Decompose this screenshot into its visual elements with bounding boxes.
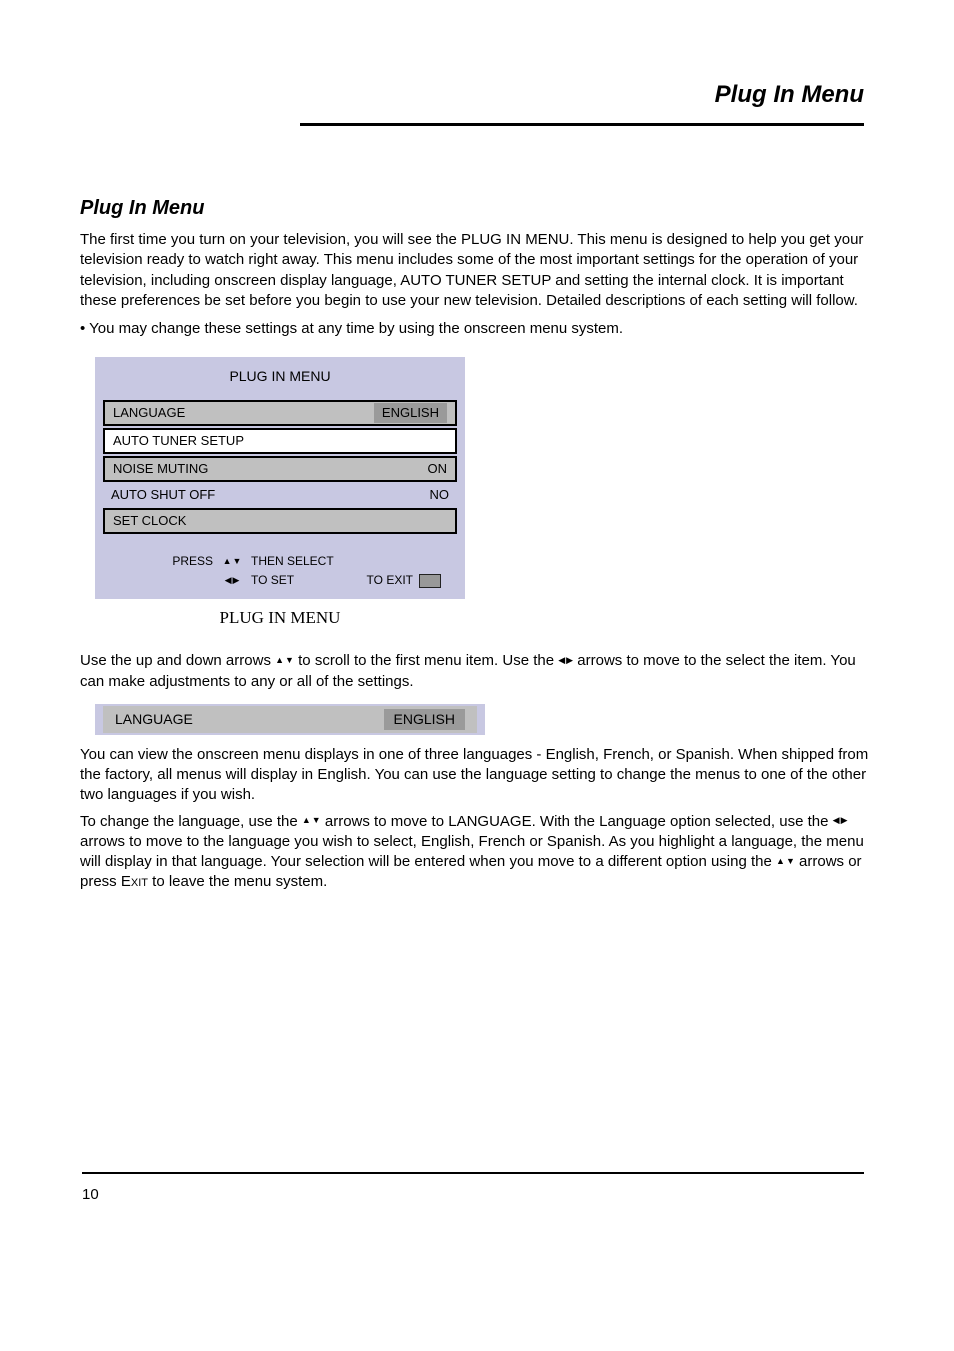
arrow-down-icon [786, 856, 795, 867]
osd-row-noise-muting: NOISE MUTING ON [103, 456, 457, 482]
page-number: 10 [82, 1185, 99, 1205]
lang-text-e: to leave the menu system. [148, 873, 327, 890]
hint-to-exit: TO EXIT [367, 571, 413, 590]
language-paragraph-1: You can view the onscreen menu displays … [80, 745, 874, 806]
lang-row-label: LANGUAGE [115, 710, 193, 729]
usage-paragraph: Use the up and down arrows to scroll to … [80, 651, 874, 692]
hint-then-select: THEN SELECT [251, 552, 334, 571]
lang-text-b: arrows to move to LANGUAGE. With the Lan… [325, 813, 833, 830]
page-header-title: Plug In Menu [715, 79, 864, 111]
arrow-left-icon [558, 655, 565, 666]
usage-text-b: to scroll to the first menu item. Use th… [298, 652, 558, 669]
intro-paragraph: The first time you turn on your televisi… [80, 230, 874, 311]
language-row-figure: LANGUAGE ENGLISH [95, 704, 485, 735]
osd-caption: PLUG IN MENU [95, 607, 465, 630]
osd-row-label: AUTO TUNER SETUP [113, 432, 244, 450]
osd-row-label: SET CLOCK [113, 512, 186, 530]
header-rule [300, 123, 864, 126]
arrow-down-icon [233, 556, 242, 567]
lang-text-c: arrows to move to the language you wish … [80, 833, 864, 870]
arrow-up-icon [275, 655, 284, 666]
exit-button-icon [419, 574, 441, 588]
arrow-up-icon [302, 815, 311, 826]
osd-row-value: ON [428, 460, 448, 478]
arrow-right-icon [566, 655, 573, 666]
arrow-right-icon [841, 815, 848, 826]
hint-press-label: PRESS [109, 552, 213, 571]
note-bullet: • You may change these settings at any t… [80, 319, 874, 339]
hint-to-set: TO SET [251, 571, 294, 590]
arrow-down-icon [312, 815, 321, 826]
arrow-down-icon [285, 655, 294, 666]
usage-text-a: Use the up and down arrows [80, 652, 275, 669]
osd-row-value: NO [430, 486, 450, 504]
osd-row-label: NOISE MUTING [113, 460, 208, 478]
section-heading: Plug In Menu [80, 195, 874, 222]
osd-row-value: ENGLISH [374, 403, 447, 423]
osd-row-label: LANGUAGE [113, 404, 185, 422]
osd-title: PLUG IN MENU [95, 367, 465, 386]
lang-text-a: To change the language, use the [80, 813, 302, 830]
osd-hint: PRESS THEN SELECT [95, 552, 465, 590]
osd-row-language: LANGUAGE ENGLISH [103, 400, 457, 426]
lang-row-value: ENGLISH [384, 709, 465, 730]
language-paragraph-2: To change the language, use the arrows t… [80, 812, 874, 893]
osd-row-auto-tuner: AUTO TUNER SETUP [103, 428, 457, 454]
plug-in-menu-osd: PLUG IN MENU LANGUAGE ENGLISH AUTO TUNER… [95, 357, 465, 598]
osd-row-label: AUTO SHUT OFF [111, 486, 215, 504]
arrow-right-icon [233, 575, 240, 586]
arrow-up-icon [223, 556, 232, 567]
footer-rule [82, 1172, 864, 1174]
osd-row-set-clock: SET CLOCK [103, 508, 457, 534]
osd-row-auto-shut-off: AUTO SHUT OFF NO [103, 484, 457, 506]
exit-key-label: Exit [121, 873, 148, 890]
arrow-left-icon [225, 575, 232, 586]
arrow-left-icon [833, 815, 840, 826]
arrow-up-icon [776, 856, 785, 867]
